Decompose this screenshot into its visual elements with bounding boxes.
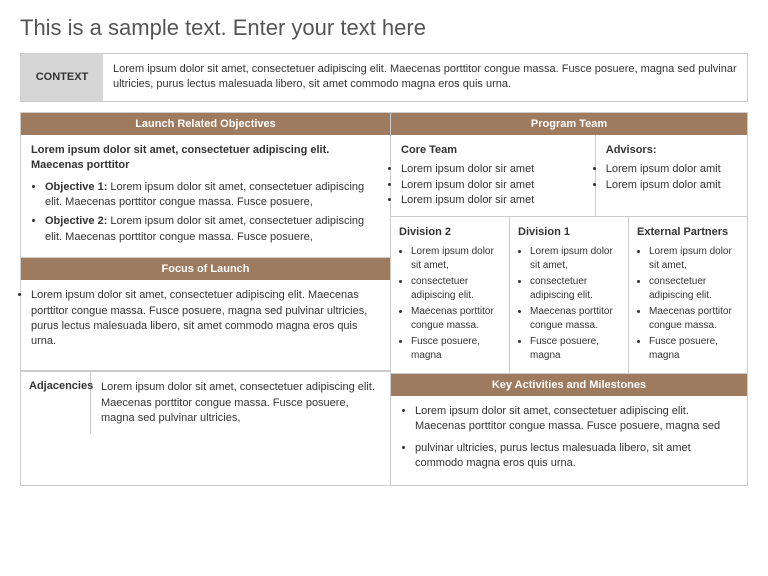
context-text: Lorem ipsum dolor sit amet, consectetuer…: [103, 54, 747, 101]
focus-header: Focus of Launch: [21, 258, 390, 280]
list-item: Objective 2: Lorem ipsum dolor sit amet,…: [45, 214, 380, 245]
division1-block: Division 1 Lorem ipsum dolor sit amet, c…: [510, 217, 629, 372]
key-activities-list: Lorem ipsum dolor sit amet, consectetuer…: [401, 404, 737, 472]
launch-header: Launch Related Objectives: [21, 113, 390, 135]
list-item: pulvinar ultricies, purus lectus malesua…: [415, 441, 737, 472]
adjacencies-text: Lorem ipsum dolor sit amet, consectetuer…: [91, 372, 390, 434]
focus-section: Focus of Launch Lorem ipsum dolor sit am…: [21, 258, 390, 371]
division2-title: Division 2: [399, 225, 501, 240]
adjacencies-section: Adjacencies Lorem ipsum dolor sit amet, …: [21, 371, 390, 434]
list-item: Lorem ipsum dolor sit amet,: [530, 245, 620, 273]
list-item: consectetuer adipiscing elit.: [411, 275, 501, 303]
list-item: Maecenas porttitor congue massa.: [649, 305, 739, 333]
focus-content: Lorem ipsum dolor sit amet, consectetuer…: [21, 280, 390, 370]
key-activities-content: Lorem ipsum dolor sit amet, consectetuer…: [391, 396, 747, 486]
obj1-label: Objective 1:: [45, 181, 107, 193]
main-title: This is a sample text. Enter your text h…: [20, 15, 748, 41]
list-item: Lorem ipsum dolor sir amet: [401, 178, 585, 193]
list-item: Fusce posuere, magna: [411, 335, 501, 363]
external-partners-title: External Partners: [637, 225, 739, 240]
advisors-block: Advisors: Lorem ipsum dolor amit Lorem i…: [596, 135, 747, 217]
launch-content: Lorem ipsum dolor sit amet, consectetuer…: [21, 135, 390, 257]
context-section: CONTEXT Lorem ipsum dolor sit amet, cons…: [20, 53, 748, 102]
core-team-list: Lorem ipsum dolor sir amet Lorem ipsum d…: [401, 162, 585, 208]
key-activities-header: Key Activities and Milestones: [391, 374, 747, 396]
list-item: Maecenas porttitor congue massa.: [411, 305, 501, 333]
list-item: consectetuer adipiscing elit.: [649, 275, 739, 303]
external-partners-list: Lorem ipsum dolor sit amet, consectetuer…: [637, 245, 739, 363]
left-panel: Launch Related Objectives Lorem ipsum do…: [21, 113, 391, 486]
list-item: Maecenas porttitor congue massa.: [530, 305, 620, 333]
list-item: Fusce posuere, magna: [530, 335, 620, 363]
divisions-row: Division 2 Lorem ipsum dolor sit amet, c…: [391, 217, 747, 373]
list-item: Objective 1: Lorem ipsum dolor sit amet,…: [45, 180, 380, 211]
list-item: Lorem ipsum dolor sir amet: [401, 193, 585, 208]
main-grid: Launch Related Objectives Lorem ipsum do…: [20, 112, 748, 487]
list-item: Lorem ipsum dolor sit amet,: [649, 245, 739, 273]
division2-block: Division 2 Lorem ipsum dolor sit amet, c…: [391, 217, 510, 372]
list-item: Lorem ipsum dolor sit amet, consectetuer…: [415, 404, 737, 435]
core-advisors-row: Core Team Lorem ipsum dolor sir amet Lor…: [391, 135, 747, 218]
external-partners-block: External Partners Lorem ipsum dolor sit …: [629, 217, 747, 372]
obj2-label: Objective 2:: [45, 215, 107, 227]
division2-list: Lorem ipsum dolor sit amet, consectetuer…: [399, 245, 501, 363]
list-item: Lorem ipsum dolor sit amet, consectetuer…: [31, 288, 380, 350]
list-item: Lorem ipsum dolor sir amet: [401, 162, 585, 177]
objectives-list: Objective 1: Lorem ipsum dolor sit amet,…: [31, 180, 380, 246]
list-item: Lorem ipsum dolor sit amet,: [411, 245, 501, 273]
right-panel: Program Team Core Team Lorem ipsum dolor…: [391, 113, 747, 486]
launch-section: Launch Related Objectives Lorem ipsum do…: [21, 113, 390, 258]
launch-intro: Lorem ipsum dolor sit amet, consectetuer…: [31, 143, 380, 174]
program-team-header: Program Team: [391, 113, 747, 135]
focus-list: Lorem ipsum dolor sit amet, consectetuer…: [31, 288, 380, 350]
division1-list: Lorem ipsum dolor sit amet, consectetuer…: [518, 245, 620, 363]
core-team-block: Core Team Lorem ipsum dolor sir amet Lor…: [391, 135, 596, 217]
list-item: Lorem ipsum dolor amit: [606, 178, 737, 193]
list-item: consectetuer adipiscing elit.: [530, 275, 620, 303]
list-item: Lorem ipsum dolor amit: [606, 162, 737, 177]
advisors-list: Lorem ipsum dolor amit Lorem ipsum dolor…: [606, 162, 737, 193]
core-team-title: Core Team: [401, 143, 585, 158]
list-item: Fusce posuere, magna: [649, 335, 739, 363]
advisors-title: Advisors:: [606, 143, 737, 158]
division1-title: Division 1: [518, 225, 620, 240]
adjacencies-label: Adjacencies: [21, 372, 91, 434]
context-label: CONTEXT: [21, 54, 103, 101]
